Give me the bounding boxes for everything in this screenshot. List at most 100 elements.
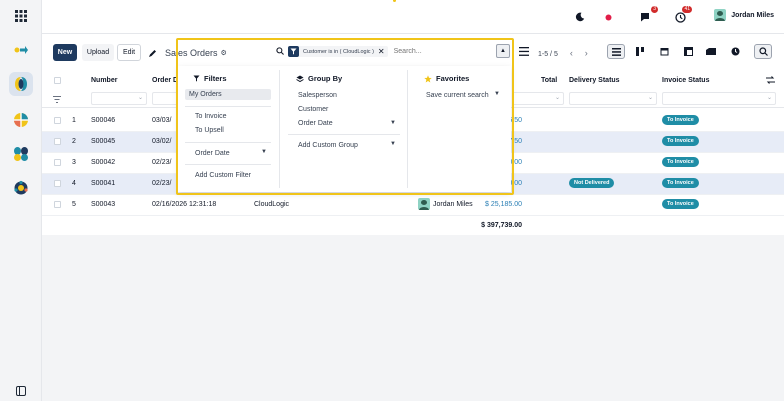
row-checkbox[interactable] [54, 117, 61, 124]
globe-app-icon[interactable] [9, 108, 33, 132]
filter-funnel-icon [193, 75, 200, 82]
col-number[interactable]: Number [91, 77, 117, 84]
pager-value: 1-5 / 5 [538, 51, 558, 58]
row-date: 03/03/ [152, 117, 172, 124]
filter-to-upsell[interactable]: To Upsell [195, 127, 224, 134]
search-options-dropdown: Filters My Orders To Invoice To Upsell O… [178, 66, 511, 192]
caret-down-icon[interactable]: ▼ [494, 91, 500, 97]
group-order-date[interactable]: Order Date [298, 120, 333, 127]
filters-title: Filters [204, 74, 227, 83]
column-settings-icon[interactable] [515, 44, 533, 59]
group-customer[interactable]: Customer [298, 106, 328, 113]
butterfly-app-icon[interactable] [9, 142, 33, 166]
activity-view-icon[interactable] [726, 44, 744, 59]
row-number: S00043 [91, 201, 116, 208]
invoice-filter-input[interactable]: ⌄ [662, 92, 776, 105]
filter-order-date[interactable]: Order Date [195, 150, 230, 157]
grand-total: $ 397,739.00 [481, 222, 522, 229]
row-checkbox[interactable] [54, 201, 61, 208]
search-panel-icon[interactable] [754, 44, 772, 59]
chat-icon[interactable]: 3 [640, 6, 658, 25]
search-input[interactable] [393, 48, 464, 55]
kanban-view-icon[interactable] [631, 44, 649, 59]
avatar [714, 9, 727, 21]
upload-button[interactable]: Upload [82, 44, 114, 61]
invoice-status-badge: To Invoice [662, 136, 699, 146]
add-custom-group[interactable]: Add Custom Group [298, 142, 358, 149]
row-checkbox[interactable] [54, 138, 61, 145]
col-delivery-status[interactable]: Delivery Status [569, 77, 620, 84]
pivot-view-icon[interactable] [679, 44, 697, 59]
star-icon [424, 74, 432, 82]
new-button[interactable]: New [53, 44, 77, 61]
pencil-icon[interactable] [145, 45, 159, 62]
delivery-filter-input[interactable]: ⌄ [569, 92, 657, 105]
row-total: $ 25,185.00 [485, 201, 522, 208]
graph-view-icon[interactable] [702, 44, 720, 59]
user-menu[interactable]: Jordan Miles [714, 9, 774, 21]
table-footer: $ 397,739.00 [42, 216, 784, 235]
add-custom-filter[interactable]: Add Custom Filter [195, 172, 251, 179]
pager-prev-icon[interactable]: ‹ [570, 48, 573, 58]
row-index: 1 [72, 117, 76, 124]
row-date: 02/23/ [152, 180, 172, 187]
sales-app-icon[interactable] [9, 72, 33, 96]
row-date: 02/23/ [152, 159, 172, 166]
search-options-toggle[interactable]: ▲ [496, 44, 510, 58]
filter-to-invoice[interactable]: To Invoice [195, 113, 227, 120]
facet-remove-icon[interactable]: ✕ [378, 47, 388, 56]
settings-gear-icon[interactable]: ⚙ [221, 49, 227, 57]
caret-down-icon[interactable]: ▼ [261, 149, 267, 155]
discuss-app-icon[interactable] [9, 38, 33, 62]
calendar-view-icon[interactable] [655, 44, 673, 59]
gear-app-icon[interactable] [9, 176, 33, 200]
filter-funnel-icon [288, 46, 299, 57]
salesperson-name: Jordan Miles [433, 200, 473, 208]
total-filter-input[interactable]: ⌄ [512, 92, 564, 105]
search-bar[interactable]: Customer is in ( CloudLogic ) ✕ [272, 43, 492, 60]
search-icon [276, 46, 284, 57]
invoice-status-badge: To Invoice [662, 115, 699, 125]
pager: 1-5 / 5 ‹ › [538, 48, 588, 58]
group-salesperson[interactable]: Salesperson [298, 92, 337, 99]
favorites-heading: Favorites [424, 74, 469, 83]
caret-down-icon[interactable]: ▼ [390, 141, 396, 147]
avatar [418, 198, 430, 210]
col-total[interactable]: Total [541, 77, 557, 84]
sidebar-toggle-icon[interactable] [9, 379, 33, 401]
col-order-date[interactable]: Order D [152, 77, 178, 84]
favorites-title: Favorites [436, 74, 470, 83]
dark-mode-toggle-icon[interactable] [575, 9, 585, 25]
divider [288, 134, 400, 135]
row-index: 2 [72, 138, 76, 145]
row-checkbox[interactable] [54, 159, 61, 166]
pager-next-icon[interactable]: › [585, 48, 588, 58]
select-all-checkbox[interactable] [54, 77, 61, 84]
edit-button[interactable]: Edit [117, 44, 141, 61]
list-view-icon[interactable] [607, 44, 625, 59]
optional-columns-icon[interactable] [766, 76, 775, 86]
search-facet[interactable]: Customer is in ( CloudLogic ) ✕ [288, 46, 388, 57]
row-index: 3 [72, 159, 76, 166]
group-by-title: Group By [308, 74, 343, 83]
facet-label: Customer is in ( CloudLogic ) [303, 48, 374, 55]
row-index: 5 [72, 201, 76, 208]
caret-down-icon[interactable]: ▼ [390, 120, 396, 126]
app-grid-icon[interactable] [9, 4, 33, 28]
activity-clock-icon[interactable]: 41 [675, 6, 692, 25]
date-filter-input[interactable] [152, 92, 178, 105]
row-number: S00045 [91, 138, 116, 145]
col-invoice-status[interactable]: Invoice Status [662, 77, 709, 84]
filter-my-orders[interactable]: My Orders [185, 89, 271, 100]
row-checkbox[interactable] [54, 180, 61, 187]
row-date: 03/02/ [152, 138, 172, 145]
row-customer: CloudLogic [254, 201, 290, 208]
table-row[interactable]: 5 S00043 02/16/2026 12:31:18 CloudLogic … [42, 195, 784, 216]
status-dot-icon[interactable] [605, 9, 612, 25]
save-current-search[interactable]: Save current search [426, 92, 489, 99]
filter-row-icon[interactable] [53, 96, 61, 105]
user-name: Jordan Miles [731, 11, 774, 19]
invoice-status-badge: To Invoice [662, 178, 699, 188]
layers-icon [296, 75, 304, 82]
number-filter-input[interactable]: ⌄ [91, 92, 147, 105]
